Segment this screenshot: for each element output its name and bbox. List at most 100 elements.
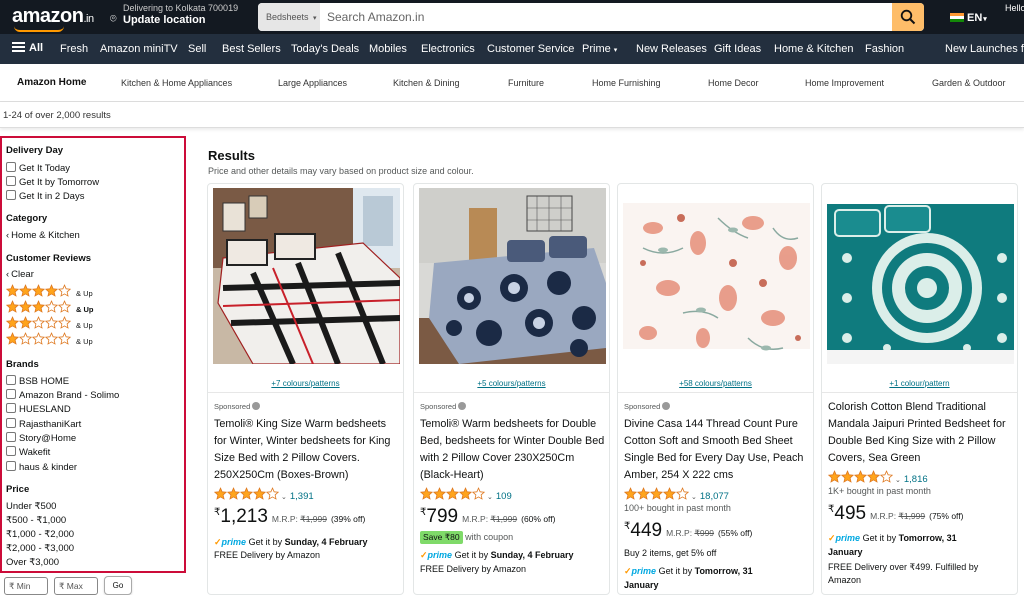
nav-mobiles[interactable]: Mobiles (369, 43, 407, 55)
product-price[interactable]: ₹449 M.R.P: ₹999 (55% off) (624, 520, 752, 542)
filter-get-it-tomorrow[interactable]: Get It by Tomorrow (6, 176, 99, 188)
filter-rating-2-up[interactable]: & Up (6, 316, 93, 332)
product-rating[interactable]: ⌄ 109 (420, 487, 512, 502)
product-price[interactable]: ₹495 M.R.P: ₹1,999 (75% off) (828, 503, 963, 525)
product-image[interactable] (213, 188, 400, 364)
subnav-large-appliances[interactable]: Large Appliances (278, 78, 347, 88)
checkbox[interactable] (6, 461, 16, 471)
product-title[interactable]: Colorish Cotton Blend Traditional Mandal… (828, 399, 1013, 467)
search-category-select[interactable]: Bedsheets ▾ (258, 3, 320, 31)
amazon-logo[interactable]: amazon.in (12, 5, 94, 28)
colour-options-link[interactable]: +5 colours/patterns (414, 379, 609, 388)
price-max-input[interactable]: ₹ Max (54, 577, 98, 595)
filter-price-2000-3000[interactable]: ₹2,000 - ₹3,000 (6, 543, 74, 554)
discount-percent: (39% off) (330, 514, 366, 524)
filter-rating-1-up[interactable]: & Up (6, 332, 93, 348)
nav-new-launches[interactable]: New Launches fr (945, 43, 1024, 55)
product-price[interactable]: ₹1,213 M.R.P: ₹1,999 (39% off) (214, 506, 365, 528)
nav-fresh[interactable]: Fresh (60, 43, 88, 55)
chevron-left-icon: ‹ (6, 230, 10, 241)
product-image[interactable] (827, 188, 1014, 364)
product-card[interactable]: +5 colours/patterns Sponsored Temoli® Wa… (413, 183, 610, 595)
filter-brand-wakefit[interactable]: Wakefit (6, 446, 50, 458)
filter-brand-rajasthanikart[interactable]: RajasthaniKart (6, 418, 81, 430)
nav-prime[interactable]: Prime ▾ (582, 43, 617, 55)
product-title[interactable]: Divine Casa 144 Thread Count Pure Cotton… (624, 416, 809, 484)
checkbox[interactable] (6, 418, 16, 428)
nav-gift-ideas[interactable]: Gift Ideas (714, 43, 761, 55)
subnav-kitchen-dining[interactable]: Kitchen & Dining (393, 78, 460, 88)
nav-customer-service[interactable]: Customer Service (487, 43, 574, 55)
filter-brand-solimo[interactable]: Amazon Brand - Solimo (6, 389, 119, 401)
colour-options-link[interactable]: +58 colours/patterns (618, 379, 813, 388)
checkbox[interactable] (6, 375, 16, 385)
search-input[interactable] (320, 3, 892, 31)
discount-percent: (75% off) (929, 511, 964, 521)
product-rating[interactable]: ⌄ 1,391 (214, 487, 314, 502)
product-price[interactable]: ₹799 M.R.P: ₹1,999 (60% off) (420, 506, 555, 528)
subnav-kitchen-appliances[interactable]: Kitchen & Home Appliances (121, 78, 232, 88)
colour-options-link[interactable]: +7 colours/patterns (208, 379, 403, 388)
results-count-bar: 1-24 of over 2,000 results (0, 102, 1024, 128)
sponsored-label[interactable]: Sponsored (420, 402, 467, 411)
subnav-garden-outdoor[interactable]: Garden & Outdoor (932, 78, 1006, 88)
nav-home-kitchen[interactable]: Home & Kitchen (774, 43, 853, 55)
filter-get-it-2-days[interactable]: Get It in 2 Days (6, 190, 84, 202)
nav-minitv[interactable]: Amazon miniTV (100, 43, 178, 55)
subnav-home-furnishing[interactable]: Home Furnishing (592, 78, 661, 88)
nav-best-sellers[interactable]: Best Sellers (222, 43, 281, 55)
product-rating[interactable]: ⌄ 18,077 (624, 487, 729, 502)
product-title[interactable]: Temoli® King Size Warm bedsheets for Win… (214, 416, 399, 484)
reviews-clear-link[interactable]: ‹ Clear (6, 269, 34, 280)
product-card[interactable]: +1 colour/pattern Colorish Cotton Blend … (821, 183, 1018, 595)
sponsored-label[interactable]: Sponsored (624, 402, 671, 411)
checkbox[interactable] (6, 190, 16, 200)
filter-price-1000-2000[interactable]: ₹1,000 - ₹2,000 (6, 529, 74, 540)
filter-price-over-3000[interactable]: Over ₹3,000 (6, 557, 59, 568)
review-count: 1,391 (289, 491, 314, 502)
filter-brand-story-at-home[interactable]: Story@Home (6, 432, 76, 444)
filter-get-it-today[interactable]: Get It Today (6, 162, 70, 174)
filter-brand-huesland[interactable]: HUESLAND (6, 403, 71, 415)
filter-rating-3-up[interactable]: & Up (6, 300, 94, 316)
subnav-furniture[interactable]: Furniture (508, 78, 544, 88)
filter-label: Wakefit (19, 447, 51, 458)
product-image[interactable] (623, 188, 810, 364)
search-button[interactable] (892, 3, 924, 31)
filter-brand-bsb-home[interactable]: BSB HOME (6, 375, 69, 387)
filter-rating-4-up[interactable]: & Up (6, 284, 93, 300)
nav-fashion[interactable]: Fashion (865, 43, 904, 55)
filter-brand-haus-kinder[interactable]: haus & kinder (6, 461, 77, 473)
nav-new-releases[interactable]: New Releases (636, 43, 707, 55)
nav-electronics[interactable]: Electronics (421, 43, 475, 55)
checkbox[interactable] (6, 176, 16, 186)
sponsored-text: Sponsored (420, 402, 457, 411)
colour-options-link[interactable]: +1 colour/pattern (822, 379, 1017, 388)
rating-and-up: & Up (76, 321, 93, 330)
all-menu-button[interactable]: All (12, 42, 43, 54)
filter-price-500-1000[interactable]: ₹500 - ₹1,000 (6, 515, 66, 526)
product-card[interactable]: +58 colours/patterns Sponsored Divine Ca… (617, 183, 814, 595)
subnav-home-improvement[interactable]: Home Improvement (805, 78, 884, 88)
coupon-info[interactable]: Save ₹80 with coupon (420, 531, 513, 544)
filter-price-under-500[interactable]: Under ₹500 (6, 501, 56, 512)
account-greeting[interactable]: Hello (1005, 3, 1024, 13)
sponsored-label[interactable]: Sponsored (214, 402, 261, 411)
checkbox[interactable] (6, 389, 16, 399)
product-rating[interactable]: ⌄ 1,816 (828, 470, 928, 485)
product-title[interactable]: Temoli® Warm bedsheets for Double Bed, b… (420, 416, 605, 484)
checkbox[interactable] (6, 446, 16, 456)
checkbox[interactable] (6, 403, 16, 413)
product-card[interactable]: +7 colours/patterns Sponsored Temoli® Ki… (207, 183, 404, 595)
price-min-input[interactable]: ₹ Min (4, 577, 48, 595)
amazon-home-link[interactable]: Amazon Home (17, 77, 86, 88)
price-go-button[interactable]: Go (104, 576, 132, 595)
nav-todays-deals[interactable]: Today's Deals (291, 43, 359, 55)
nav-sell[interactable]: Sell (188, 43, 206, 55)
category-link[interactable]: ‹ Home & Kitchen (6, 230, 80, 241)
checkbox[interactable] (6, 162, 16, 172)
product-image[interactable] (419, 188, 606, 364)
checkbox[interactable] (6, 432, 16, 442)
subnav-home-decor[interactable]: Home Decor (708, 78, 759, 88)
language-selector[interactable]: EN▾ (950, 12, 987, 24)
